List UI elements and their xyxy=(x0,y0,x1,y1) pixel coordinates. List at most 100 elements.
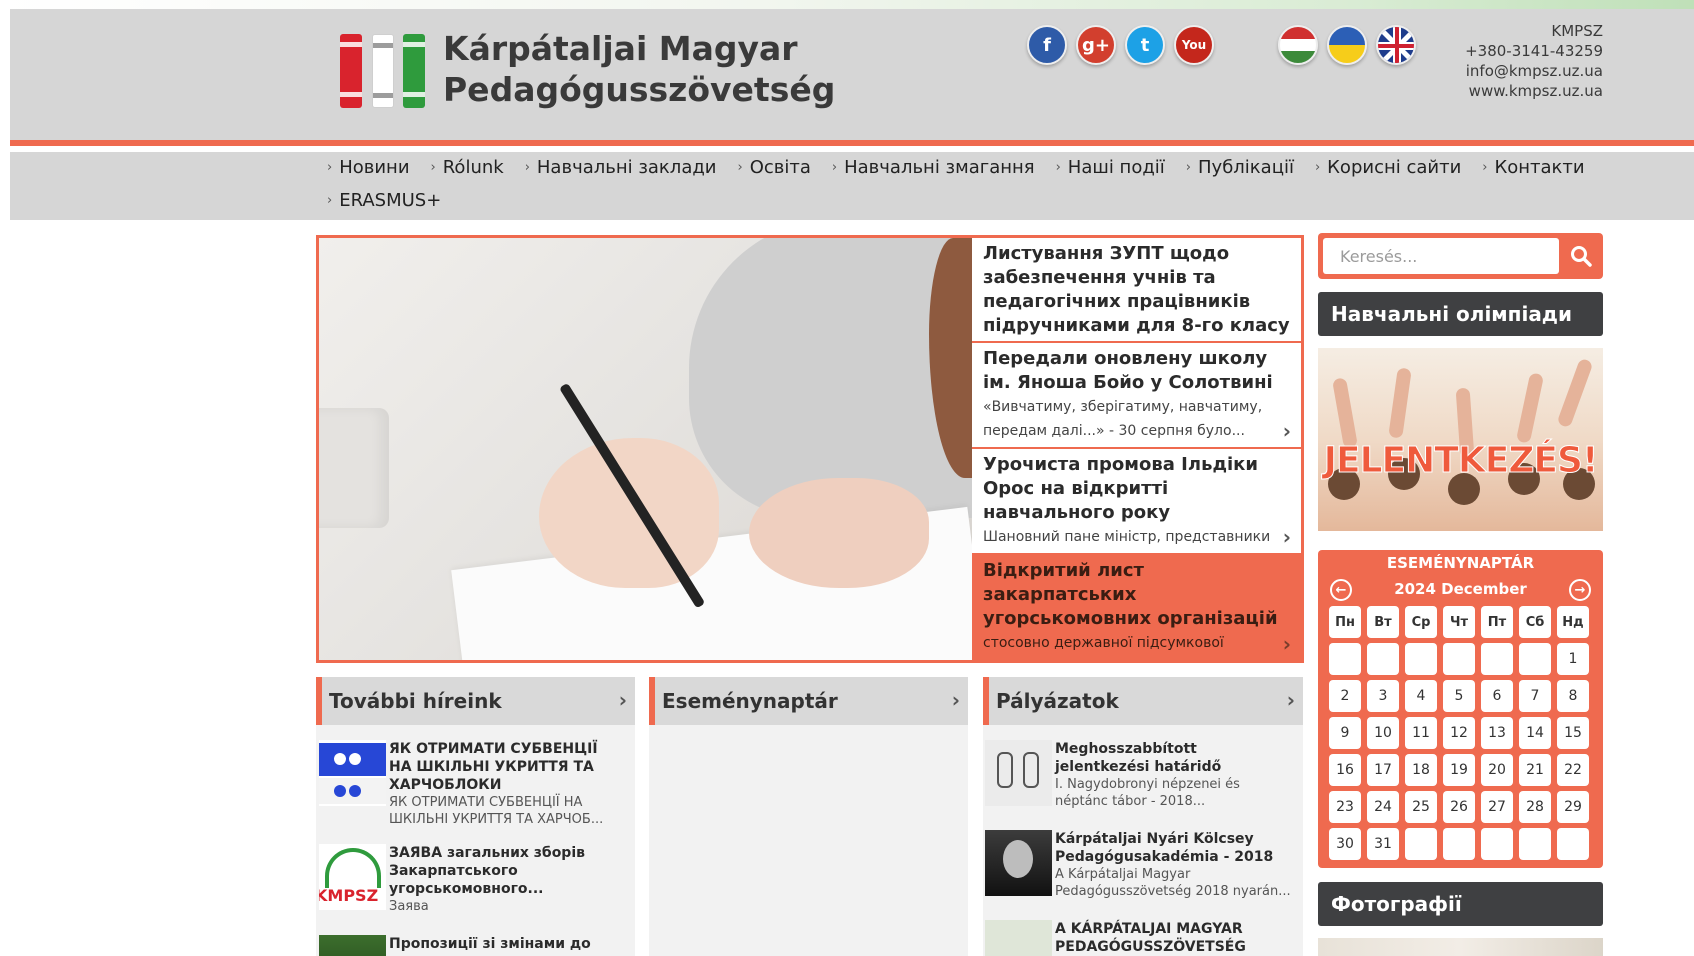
list-item[interactable]: Kárpátaljai Nyári Kölcsey Pedagógusakadé… xyxy=(985,830,1295,900)
chevron-right-icon: › xyxy=(524,160,530,175)
calendar-day[interactable]: 25 xyxy=(1405,791,1437,823)
calendar-day[interactable]: 11 xyxy=(1405,717,1437,749)
calendar-weekday: Нд xyxy=(1557,606,1589,638)
nav-item-news[interactable]: › Новини xyxy=(327,157,410,178)
calendar-day[interactable]: 20 xyxy=(1481,754,1513,786)
calendar-day[interactable]: 27 xyxy=(1481,791,1513,823)
registration-banner[interactable]: JELENTKEZÉS! xyxy=(1318,348,1603,531)
calendar-day[interactable]: 23 xyxy=(1329,791,1361,823)
calendar-day[interactable]: 17 xyxy=(1367,754,1399,786)
calendar-day[interactable]: 2 xyxy=(1329,680,1361,712)
calendar-day[interactable]: 7 xyxy=(1519,680,1551,712)
nav-item-label: Навчальні заклади xyxy=(536,157,717,178)
calendar-day[interactable]: 9 xyxy=(1329,717,1361,749)
nav-item-label: Освіта xyxy=(749,157,811,178)
calendar-day[interactable]: 1 xyxy=(1557,643,1589,675)
tenders-column-title: Pályázatok xyxy=(996,689,1119,713)
search-input[interactable] xyxy=(1323,238,1559,274)
calendar-grid: Пн Вт Ср Чт Пт Сб Нд 1 2 3 4 5 6 7 8 9 10 11 12 13 14 15 16 17 1… xyxy=(1329,606,1589,860)
contact-info: KMPSZ +380-3141-43259 info@kmpsz.uz.ua w… xyxy=(1465,21,1603,101)
nav-item-useful-sites[interactable]: › Корисні сайти xyxy=(1315,157,1461,178)
search-icon xyxy=(1571,246,1592,267)
photos-heading[interactable]: Фотографії xyxy=(1318,882,1603,926)
chevron-right-icon: › xyxy=(430,160,436,175)
twitter-icon[interactable]: t xyxy=(1125,25,1165,65)
list-item[interactable]: KMPSZ ЗАЯВА загальних зборів Закарпатськ… xyxy=(319,844,611,915)
calendar-day[interactable]: 13 xyxy=(1481,717,1513,749)
calendar-day[interactable]: 18 xyxy=(1405,754,1437,786)
ukrainian-flag-icon[interactable] xyxy=(1327,25,1367,65)
nav-item-erasmus[interactable]: › ERASMUS+ xyxy=(327,190,441,211)
google-plus-icon[interactable]: g+ xyxy=(1076,25,1116,65)
list-item[interactable]: Пропозиції зі змінами до xyxy=(319,935,611,956)
calendar-day[interactable]: 19 xyxy=(1443,754,1475,786)
events-column-title: Eseménynaptár xyxy=(662,689,838,713)
calendar-day[interactable]: 4 xyxy=(1405,680,1437,712)
facebook-icon[interactable]: f xyxy=(1027,25,1067,65)
nav-item-about[interactable]: › Rólunk xyxy=(431,157,504,178)
slide-title: Листування ЗУПТ щодо забезпечення учнів … xyxy=(983,243,1290,336)
calendar-day[interactable]: 14 xyxy=(1519,717,1551,749)
nav-item-education[interactable]: › Освіта xyxy=(738,157,811,178)
youtube-icon[interactable]: You xyxy=(1174,25,1214,65)
nav-item-label: Корисні сайти xyxy=(1327,157,1462,178)
olympiad-heading[interactable]: Навчальні олімпіади xyxy=(1318,292,1603,336)
calendar-day[interactable]: 5 xyxy=(1443,680,1475,712)
slide-item[interactable]: Листування ЗУПТ щодо забезпечення учнів … xyxy=(972,238,1301,343)
photo-preview[interactable] xyxy=(1318,938,1603,956)
chevron-right-icon: › xyxy=(1314,160,1321,175)
calendar-day[interactable]: 21 xyxy=(1519,754,1551,786)
nav-item-competitions[interactable]: › Навчальні змагання xyxy=(832,157,1035,178)
chevron-right-icon: › xyxy=(1286,688,1295,712)
list-item[interactable]: A KÁRPÁTALJAI MAGYAR PEDAGÓGUSSZÖVETSÉG … xyxy=(985,920,1295,956)
calendar-day[interactable]: 31 xyxy=(1367,828,1399,860)
calendar-day[interactable]: 10 xyxy=(1367,717,1399,749)
site-logo[interactable]: Kárpátaljai Magyar Pedagógusszövetség xyxy=(337,28,835,110)
news-column-header[interactable]: További híreink › xyxy=(316,677,635,725)
calendar-day[interactable]: 29 xyxy=(1557,791,1589,823)
calendar-day[interactable]: 12 xyxy=(1443,717,1475,749)
events-column-header[interactable]: Eseménynaptár › xyxy=(649,677,968,725)
slide-item-active[interactable]: Відкритий лист закарпатських угорськомов… xyxy=(972,555,1301,660)
hungarian-flag-icon[interactable] xyxy=(1278,25,1318,65)
search-button[interactable] xyxy=(1561,236,1601,276)
calendar-day[interactable]: 16 xyxy=(1329,754,1361,786)
calendar-day[interactable]: 15 xyxy=(1557,717,1589,749)
top-accent-line xyxy=(0,0,1694,9)
calendar-day[interactable]: 3 xyxy=(1367,680,1399,712)
nav-item-schools[interactable]: › Навчальні заклади xyxy=(525,157,717,178)
chevron-right-icon: › xyxy=(1282,525,1291,549)
contact-website[interactable]: www.kmpsz.uz.ua xyxy=(1465,81,1603,101)
tenders-column: Meghosszabbított jelentkezési határidő I… xyxy=(983,725,1303,956)
slide-title: Відкритий лист закарпатських угорськомов… xyxy=(983,560,1278,629)
event-calendar: ESEMÉNYNAPTÁR ← 2024 December → Пн Вт Ср Чт… xyxy=(1318,550,1603,868)
chevron-right-icon: › xyxy=(1282,419,1291,443)
nav-item-events[interactable]: › Наші події xyxy=(1056,157,1165,178)
calendar-day[interactable]: 30 xyxy=(1329,828,1361,860)
calendar-empty-cell xyxy=(1405,828,1437,860)
list-item[interactable]: ЯК ОТРИМАТИ СУБВЕНЦІЇ НА ШКІЛЬНІ УКРИТТЯ… xyxy=(319,740,611,828)
calendar-day[interactable]: 28 xyxy=(1519,791,1551,823)
calendar-day[interactable]: 26 xyxy=(1443,791,1475,823)
uk-flag-icon[interactable] xyxy=(1376,25,1416,65)
slide-image[interactable] xyxy=(319,238,972,660)
tenders-column-header[interactable]: Pályázatok › xyxy=(983,677,1303,725)
calendar-day[interactable]: 8 xyxy=(1557,680,1589,712)
nav-item-contacts[interactable]: › Контакти xyxy=(1482,157,1584,178)
news-column: ЯК ОТРИМАТИ СУБВЕНЦІЇ НА ШКІЛЬНІ УКРИТТЯ… xyxy=(316,725,635,956)
calendar-empty-cell xyxy=(1329,643,1361,675)
nav-item-publications[interactable]: › Публікації xyxy=(1186,157,1294,178)
calendar-day[interactable]: 22 xyxy=(1557,754,1589,786)
slide-item[interactable]: Передали оновлену школу ім. Яноша Бойо у… xyxy=(972,343,1301,449)
calendar-day[interactable]: 6 xyxy=(1481,680,1513,712)
calendar-day[interactable]: 24 xyxy=(1367,791,1399,823)
calendar-weekday: Вт xyxy=(1367,606,1399,638)
news-thumbnail xyxy=(985,920,1052,956)
calendar-empty-cell xyxy=(1481,828,1513,860)
main-nav: › Новини › Rólunk › Навчальні заклади › Осві… xyxy=(10,152,1694,220)
list-item[interactable]: Meghosszabbított jelentkezési határidő I… xyxy=(985,740,1295,810)
chevron-right-icon: › xyxy=(1185,160,1191,175)
calendar-next-icon[interactable]: → xyxy=(1569,579,1591,601)
contact-email[interactable]: info@kmpsz.uz.ua xyxy=(1465,61,1603,81)
slide-item[interactable]: Урочиста промова Ільдіки Орос на відкрит… xyxy=(972,449,1301,555)
